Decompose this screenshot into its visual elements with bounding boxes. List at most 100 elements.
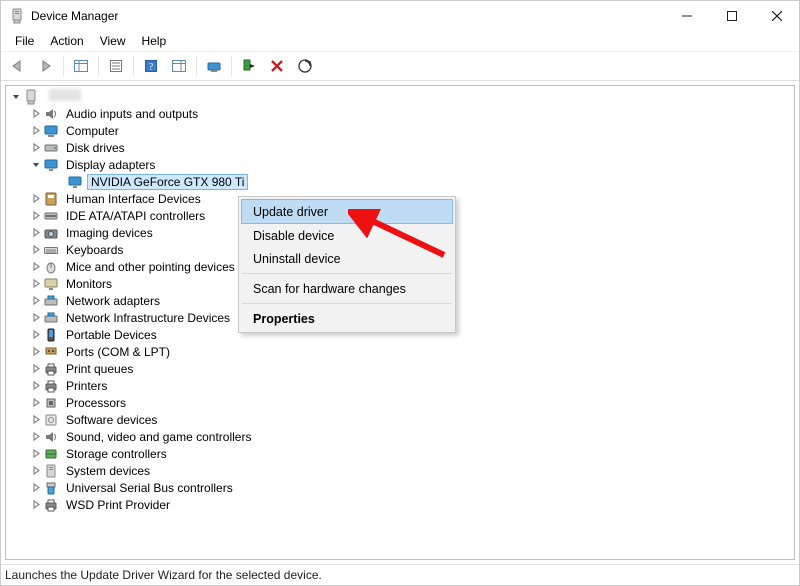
expand-chevron-icon[interactable]: [30, 295, 42, 307]
tree-item-label[interactable]: [43, 89, 84, 104]
expand-chevron-icon[interactable]: [30, 278, 42, 290]
tree-item-label[interactable]: Software devices: [63, 413, 160, 427]
maximize-button[interactable]: [709, 1, 754, 31]
tree-item-label[interactable]: Keyboards: [63, 243, 126, 257]
close-button[interactable]: [754, 1, 799, 31]
tree-item-label[interactable]: WSD Print Provider: [63, 498, 173, 512]
tree-category[interactable]: Software devices: [8, 411, 794, 428]
toolbar-separator: [231, 56, 232, 76]
uninstall-device-button[interactable]: [264, 53, 290, 79]
tree-item-label[interactable]: Printers: [63, 379, 110, 393]
ctx-update-driver[interactable]: Update driver: [241, 199, 453, 224]
tree-category[interactable]: Display adapters: [8, 156, 794, 173]
tree-category[interactable]: System devices: [8, 462, 794, 479]
ctx-properties[interactable]: Properties: [241, 307, 453, 330]
menu-view[interactable]: View: [92, 32, 134, 50]
expand-chevron-icon[interactable]: [30, 108, 42, 120]
expand-chevron-icon[interactable]: [30, 261, 42, 273]
expand-chevron-icon[interactable]: [30, 346, 42, 358]
expand-chevron-icon[interactable]: [30, 465, 42, 477]
tree-item-label[interactable]: Display adapters: [63, 158, 158, 172]
expand-chevron-icon[interactable]: [30, 482, 42, 494]
tree-item-label[interactable]: Audio inputs and outputs: [63, 107, 201, 121]
tree-category[interactable]: Sound, video and game controllers: [8, 428, 794, 445]
expand-chevron-icon[interactable]: [30, 193, 42, 205]
tree-item-label[interactable]: Processors: [63, 396, 129, 410]
tree-category[interactable]: Computer: [8, 122, 794, 139]
tree-item-label[interactable]: Print queues: [63, 362, 136, 376]
tree-item-label[interactable]: Network Infrastructure Devices: [63, 311, 233, 325]
expand-chevron-icon[interactable]: [30, 125, 42, 137]
tree-item-label[interactable]: Sound, video and game controllers: [63, 430, 254, 444]
usb-icon: [43, 480, 59, 496]
system-icon: [43, 463, 59, 479]
tree-item-label[interactable]: Network adapters: [63, 294, 163, 308]
properties-button[interactable]: [103, 53, 129, 79]
tree-device[interactable]: NVIDIA GeForce GTX 980 Ti: [8, 173, 794, 190]
tree-category[interactable]: Disk drives: [8, 139, 794, 156]
expand-chevron-icon[interactable]: [30, 397, 42, 409]
tree-category[interactable]: Audio inputs and outputs: [8, 105, 794, 122]
action-pane-button[interactable]: [166, 53, 192, 79]
ctx-disable-device[interactable]: Disable device: [241, 224, 453, 247]
tree-category[interactable]: WSD Print Provider: [8, 496, 794, 513]
tree-item-label[interactable]: Computer: [63, 124, 122, 138]
ctx-uninstall-device[interactable]: Uninstall device: [241, 247, 453, 270]
menu-file[interactable]: File: [7, 32, 42, 50]
tree-category[interactable]: Printers: [8, 377, 794, 394]
expand-chevron-icon[interactable]: [30, 329, 42, 341]
window-controls: [664, 1, 799, 31]
expand-chevron-icon[interactable]: [10, 91, 22, 103]
menu-action[interactable]: Action: [42, 32, 91, 50]
menu-help[interactable]: Help: [134, 32, 175, 50]
tree-category[interactable]: Universal Serial Bus controllers: [8, 479, 794, 496]
tree-item-label[interactable]: Human Interface Devices: [63, 192, 204, 206]
show-hide-tree-button[interactable]: [68, 53, 94, 79]
scan-hardware-button[interactable]: [292, 53, 318, 79]
expand-chevron-icon[interactable]: [30, 142, 42, 154]
update-driver-button[interactable]: [201, 53, 227, 79]
tree-item-label[interactable]: Ports (COM & LPT): [63, 345, 173, 359]
expand-chevron-icon[interactable]: [30, 499, 42, 511]
expand-chevron-icon[interactable]: [30, 227, 42, 239]
tree-root[interactable]: [8, 88, 794, 105]
toolbar-separator: [63, 56, 64, 76]
expand-chevron-icon[interactable]: [54, 176, 66, 188]
expand-chevron-icon[interactable]: [30, 414, 42, 426]
tree-category[interactable]: Storage controllers: [8, 445, 794, 462]
tree-item-label[interactable]: IDE ATA/ATAPI controllers: [63, 209, 208, 223]
expand-chevron-icon[interactable]: [30, 244, 42, 256]
back-button[interactable]: [5, 53, 31, 79]
expand-chevron-icon[interactable]: [30, 431, 42, 443]
keyboard-icon: [43, 242, 59, 258]
tree-item-label[interactable]: Monitors: [63, 277, 115, 291]
ide-icon: [43, 208, 59, 224]
computer-name-redacted: [49, 89, 81, 101]
toolbar-separator: [196, 56, 197, 76]
expand-chevron-icon[interactable]: [30, 380, 42, 392]
expand-chevron-icon[interactable]: [30, 210, 42, 222]
software-icon: [43, 412, 59, 428]
enable-device-button[interactable]: [236, 53, 262, 79]
tree-category[interactable]: Ports (COM & LPT): [8, 343, 794, 360]
tree-item-label[interactable]: Portable Devices: [63, 328, 160, 342]
tree-item-label[interactable]: Mice and other pointing devices: [63, 260, 238, 274]
ctx-scan-hardware[interactable]: Scan for hardware changes: [241, 277, 453, 300]
expand-chevron-icon[interactable]: [30, 363, 42, 375]
minimize-button[interactable]: [664, 1, 709, 31]
help-button[interactable]: ?: [138, 53, 164, 79]
tree-item-label[interactable]: Storage controllers: [63, 447, 170, 461]
forward-button[interactable]: [33, 53, 59, 79]
expand-chevron-icon[interactable]: [30, 448, 42, 460]
tree-category[interactable]: Print queues: [8, 360, 794, 377]
storage-icon: [43, 446, 59, 462]
tree-category[interactable]: Processors: [8, 394, 794, 411]
tree-item-label[interactable]: Universal Serial Bus controllers: [63, 481, 236, 495]
tree-item-label[interactable]: Disk drives: [63, 141, 128, 155]
toolbar-separator: [133, 56, 134, 76]
tree-item-label[interactable]: NVIDIA GeForce GTX 980 Ti: [87, 174, 248, 190]
expand-chevron-icon[interactable]: [30, 159, 42, 171]
tree-item-label[interactable]: System devices: [63, 464, 153, 478]
expand-chevron-icon[interactable]: [30, 312, 42, 324]
tree-item-label[interactable]: Imaging devices: [63, 226, 156, 240]
